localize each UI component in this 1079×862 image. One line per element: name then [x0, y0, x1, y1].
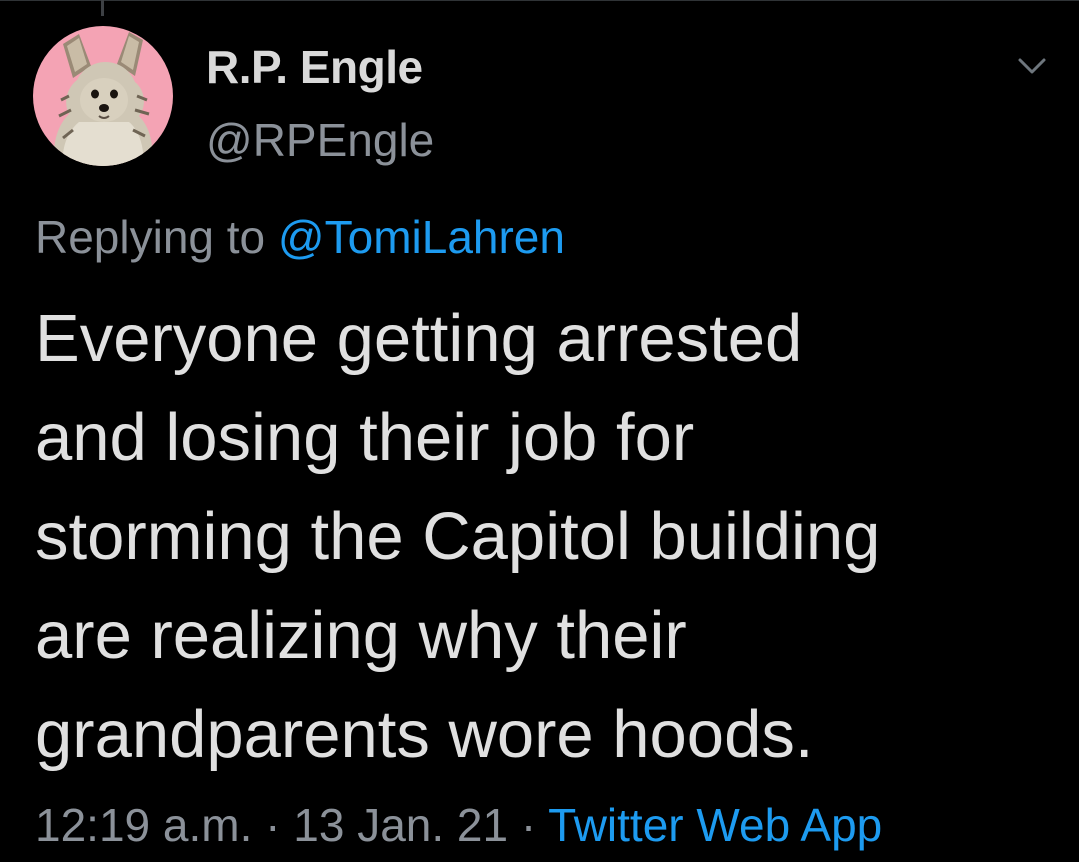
meta-separator: · — [265, 799, 281, 851]
dog-avatar-icon — [54, 32, 153, 166]
tweet-source-link[interactable]: Twitter Web App — [548, 799, 882, 851]
tweet-meta: 12:19 a.m. · 13 Jan. 21 · Twitter Web Ap… — [35, 798, 882, 852]
tweet-text-line: storming the Capitol building — [35, 499, 881, 574]
tweet-text-line: are realizing why their — [35, 598, 687, 673]
avatar[interactable] — [33, 26, 173, 166]
tweet-options-button[interactable] — [1012, 50, 1052, 82]
meta-separator: · — [520, 799, 537, 851]
thread-connector-line — [101, 0, 104, 16]
replying-to: Replying to @TomiLahren — [35, 210, 565, 264]
author-display-name[interactable]: R.P. Engle — [206, 40, 423, 94]
author-handle[interactable]: @RPEngle — [206, 113, 434, 167]
tweet-text-line: Everyone getting arrested — [35, 301, 803, 376]
tweet-date[interactable]: 13 Jan. 21 — [293, 799, 508, 851]
tweet-text: Everyone getting arrested and losing the… — [35, 289, 1055, 784]
chevron-down-icon — [1018, 58, 1046, 74]
tweet-top-border — [0, 0, 1079, 1]
replying-to-label: Replying to — [35, 211, 266, 263]
tweet-time[interactable]: 12:19 a.m. — [35, 799, 252, 851]
replying-to-user-link[interactable]: @TomiLahren — [278, 211, 565, 263]
tweet-text-line: and losing their job for — [35, 400, 695, 475]
tweet-text-line: grandparents wore hoods. — [35, 697, 814, 772]
